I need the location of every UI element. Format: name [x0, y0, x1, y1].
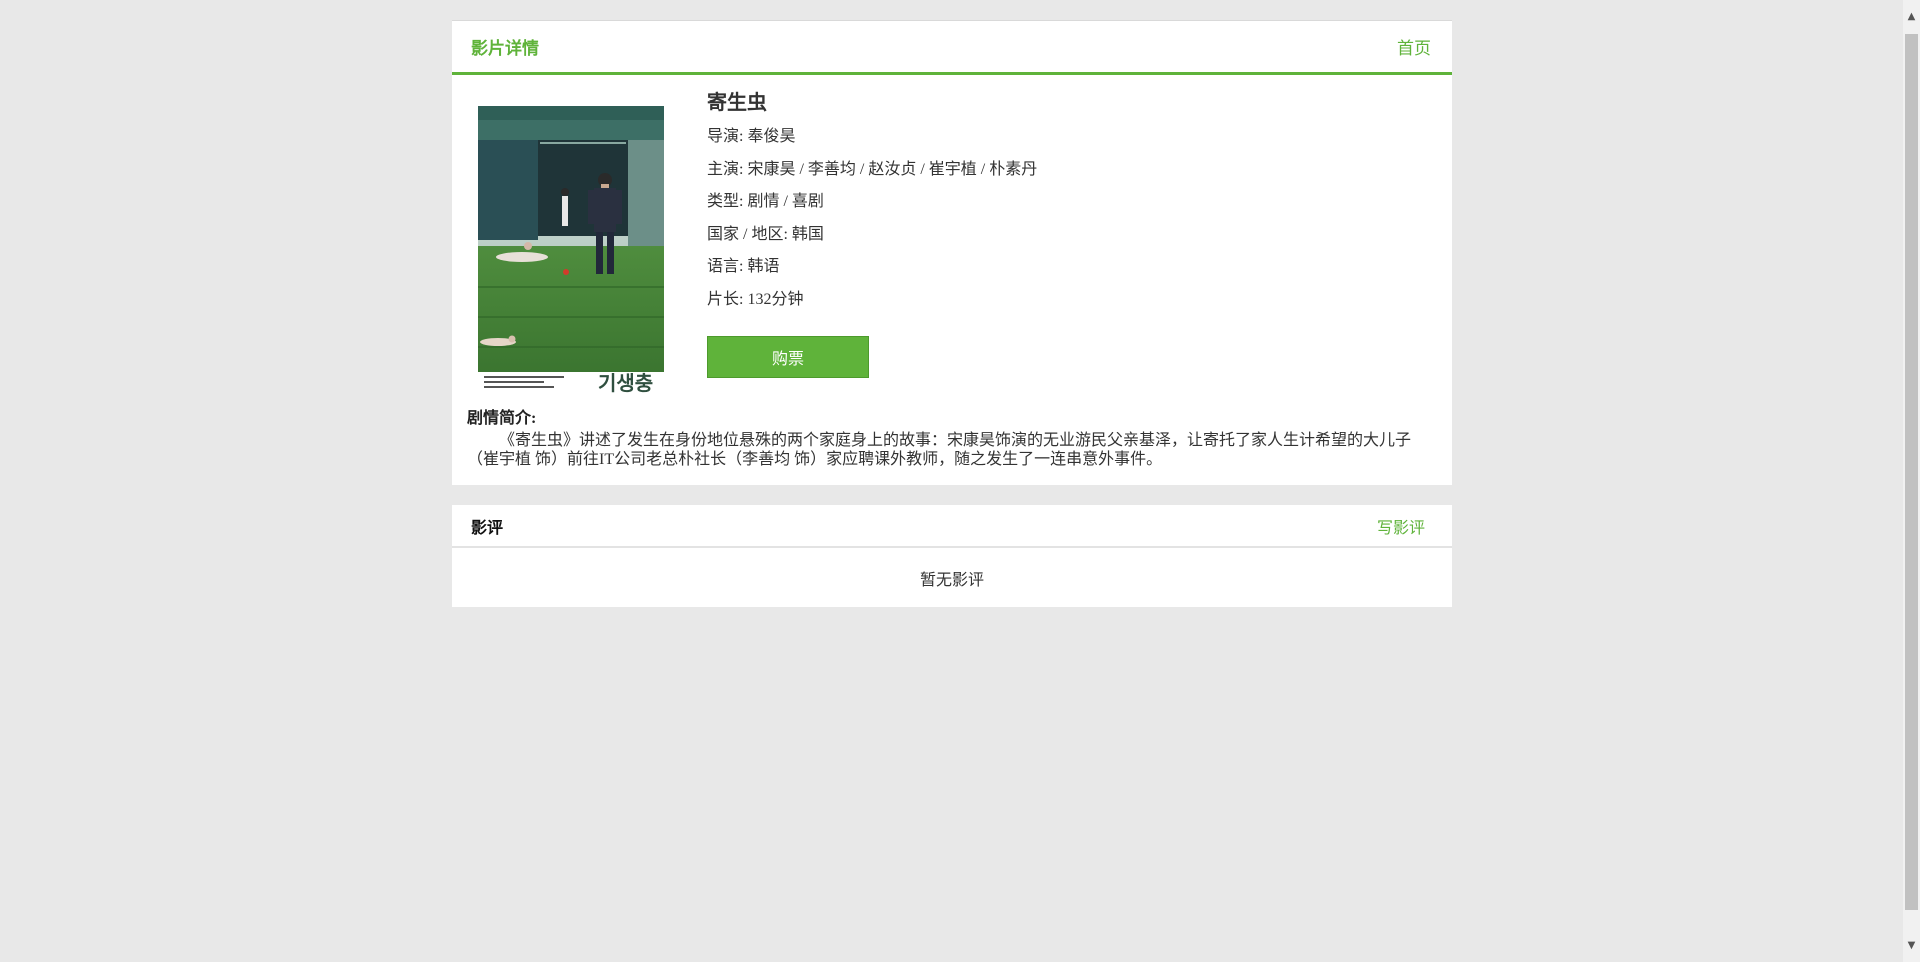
page-title: 影片详情 — [471, 39, 539, 58]
movie-runtime: 片长: 132分钟 — [707, 290, 804, 308]
write-review-link[interactable]: 写影评 — [1377, 514, 1425, 538]
movie-title: 寄生虫 — [707, 92, 767, 114]
detail-row: 기생충 寄生虫 导演: 奉俊昊 主演: 宋康昊 / 李善均 / 赵汝贞 / 崔宇… — [467, 91, 1436, 394]
scroll-down-icon[interactable]: ▼ — [1903, 937, 1920, 954]
vertical-scrollbar[interactable]: ▲ ▼ — [1903, 0, 1920, 962]
movie-language: 语言: 韩语 — [707, 258, 780, 275]
movie-cast: 主演: 宋康昊 / 李善均 / 赵汝贞 / 崔宇植 / 朴素丹 — [707, 160, 1038, 178]
movie-info: 寄生虫 导演: 奉俊昊 主演: 宋康昊 / 李善均 / 赵汝贞 / 崔宇植 / … — [707, 91, 1037, 394]
detail-body: 기생충 寄生虫 导演: 奉俊昊 主演: 宋康昊 / 李善均 / 赵汝贞 / 崔宇… — [452, 75, 1452, 485]
movie-detail-card: 影片详情 首页 기생충 寄生虫 导演: 奉俊昊 主演: 宋康昊 / 李善均 / … — [452, 20, 1452, 485]
review-card: 影评 写影评 暂无影评 — [452, 505, 1452, 607]
synopsis-label: 剧情简介: — [467, 410, 537, 427]
scrollbar-thumb[interactable] — [1905, 34, 1918, 910]
buy-ticket-button[interactable]: 购票 — [707, 336, 869, 378]
scroll-up-icon[interactable]: ▲ — [1903, 8, 1920, 25]
poster-image: 기생충 — [478, 106, 664, 394]
detail-header: 影片详情 首页 — [452, 21, 1452, 75]
page: 影片详情 首页 기생충 寄生虫 导演: 奉俊昊 主演: 宋康昊 / 李善均 / … — [0, 0, 1920, 962]
movie-poster: 기생충 — [478, 106, 664, 394]
review-empty-message: 暂无影评 — [919, 571, 984, 589]
movie-director: 导演: 奉俊昊 — [707, 128, 796, 145]
review-header: 影评 写影评 — [452, 505, 1452, 548]
main-container: 影片详情 首页 기생충 寄生虫 导演: 奉俊昊 主演: 宋康昊 / 李善均 / … — [452, 20, 1452, 607]
home-link[interactable]: 首页 — [1397, 34, 1431, 59]
synopsis-text: 《寄生虫》讲述了发生在身份地位悬殊的两个家庭身上的故事：宋康昊饰演的无业游民父亲… — [467, 432, 1412, 468]
review-title: 影评 — [471, 519, 504, 537]
movie-region: 国家 / 地区: 韩国 — [707, 225, 824, 243]
poster-title-text: 기생충 — [598, 371, 653, 394]
movie-genre: 类型: 剧情 / 喜剧 — [707, 193, 824, 210]
